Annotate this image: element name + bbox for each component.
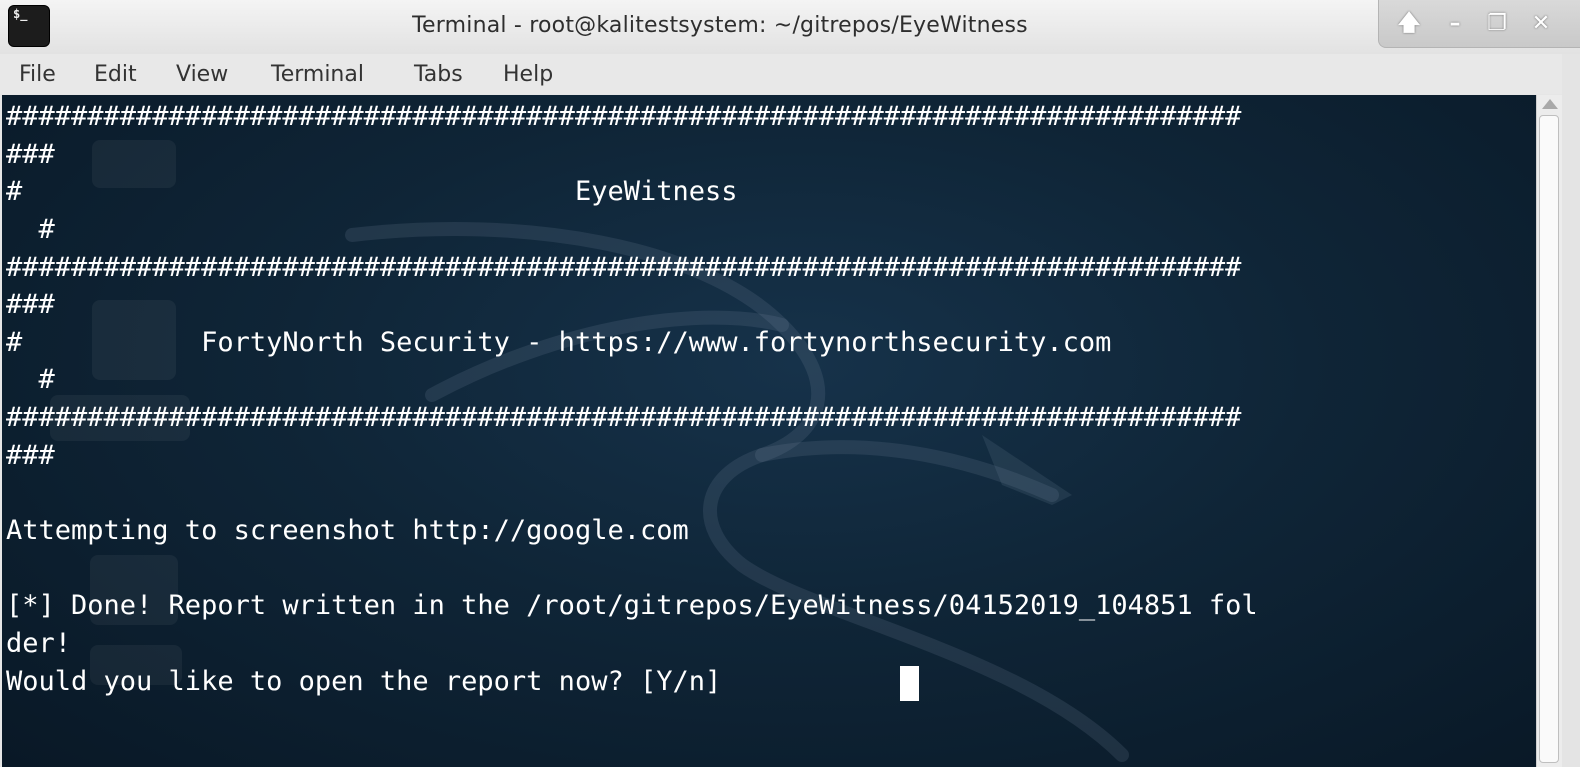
terminal-line: ########################################… [6,402,1242,433]
menu-tabs[interactable]: Tabs [414,62,463,87]
terminal-line: [*] Done! Report written in the /root/gi… [6,590,1258,621]
terminal-line: # FortyNorth Security - https://www.fort… [6,327,1112,358]
menu-bar: File Edit View Terminal Tabs Help [0,54,1580,94]
menu-terminal[interactable]: Terminal [271,62,364,87]
terminal-line: # [6,214,55,245]
terminal-window: $_ Terminal - root@kalitestsystem: ~/git… [0,0,1580,767]
scroll-up-arrow-icon[interactable] [1542,99,1558,109]
terminal-line: ########################################… [6,252,1242,283]
terminal-line: # [6,364,55,395]
vertical-scrollbar[interactable] [1536,95,1562,767]
terminal-cursor [900,666,919,701]
menu-file[interactable]: File [19,62,56,87]
menu-edit[interactable]: Edit [94,62,137,87]
menu-help[interactable]: Help [503,62,553,87]
terminal-line: ### [6,139,55,170]
terminal-line: Attempting to screenshot http://google.c… [6,515,689,546]
terminal-line: der! [6,628,72,659]
terminal-line: # EyeWitness [6,176,738,207]
keep-above-icon[interactable]: 🡅 [1395,10,1423,38]
window-controls: 🡅 – ❐ ✕ [1378,0,1580,48]
menu-view[interactable]: View [176,62,228,87]
terminal-output[interactable]: ########################################… [2,95,1536,767]
window-title: Terminal - root@kalitestsystem: ~/gitrep… [412,13,1028,38]
terminal-line: ### [6,440,55,471]
terminal-line: ### [6,289,55,320]
minimize-icon[interactable]: – [1441,10,1469,38]
terminal-prompt-line: Would you like to open the report now? [… [6,666,738,697]
title-bar[interactable]: $_ Terminal - root@kalitestsystem: ~/git… [0,0,1580,54]
terminal-line: ########################################… [6,101,1242,132]
maximize-icon[interactable]: ❐ [1483,10,1511,38]
scrollbar-thumb[interactable] [1539,115,1559,763]
close-icon[interactable]: ✕ [1527,10,1555,38]
window-border [1562,54,1580,767]
